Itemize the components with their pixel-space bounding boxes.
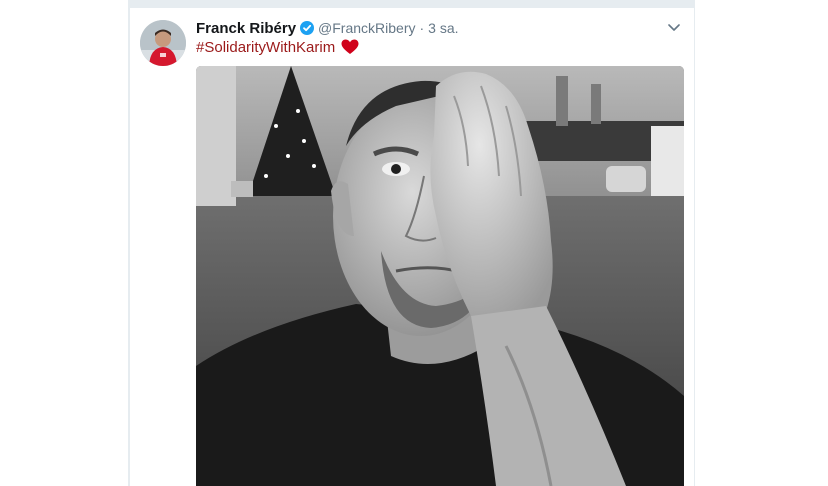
author-handle[interactable]: @FranckRibery [318, 20, 415, 36]
tweet-photo[interactable] [196, 66, 684, 486]
separator-dot: · [419, 20, 425, 36]
tweet-header: Franck Ribéry @FranckRibery · 3 sa. [196, 18, 682, 38]
chevron-down-icon[interactable] [666, 20, 682, 36]
avatar[interactable] [140, 20, 186, 66]
tweet-text: #SolidarityWithKarim [196, 36, 359, 58]
hashtag-link[interactable]: #SolidarityWithKarim [196, 39, 335, 56]
red-heart-icon [341, 39, 359, 55]
timestamp[interactable]: 3 sa. [428, 20, 458, 36]
verified-badge-icon [300, 21, 315, 35]
author-name[interactable]: Franck Ribéry [196, 20, 296, 37]
tweet-card[interactable]: Franck Ribéry @FranckRibery · 3 sa. #Sol… [130, 8, 694, 486]
